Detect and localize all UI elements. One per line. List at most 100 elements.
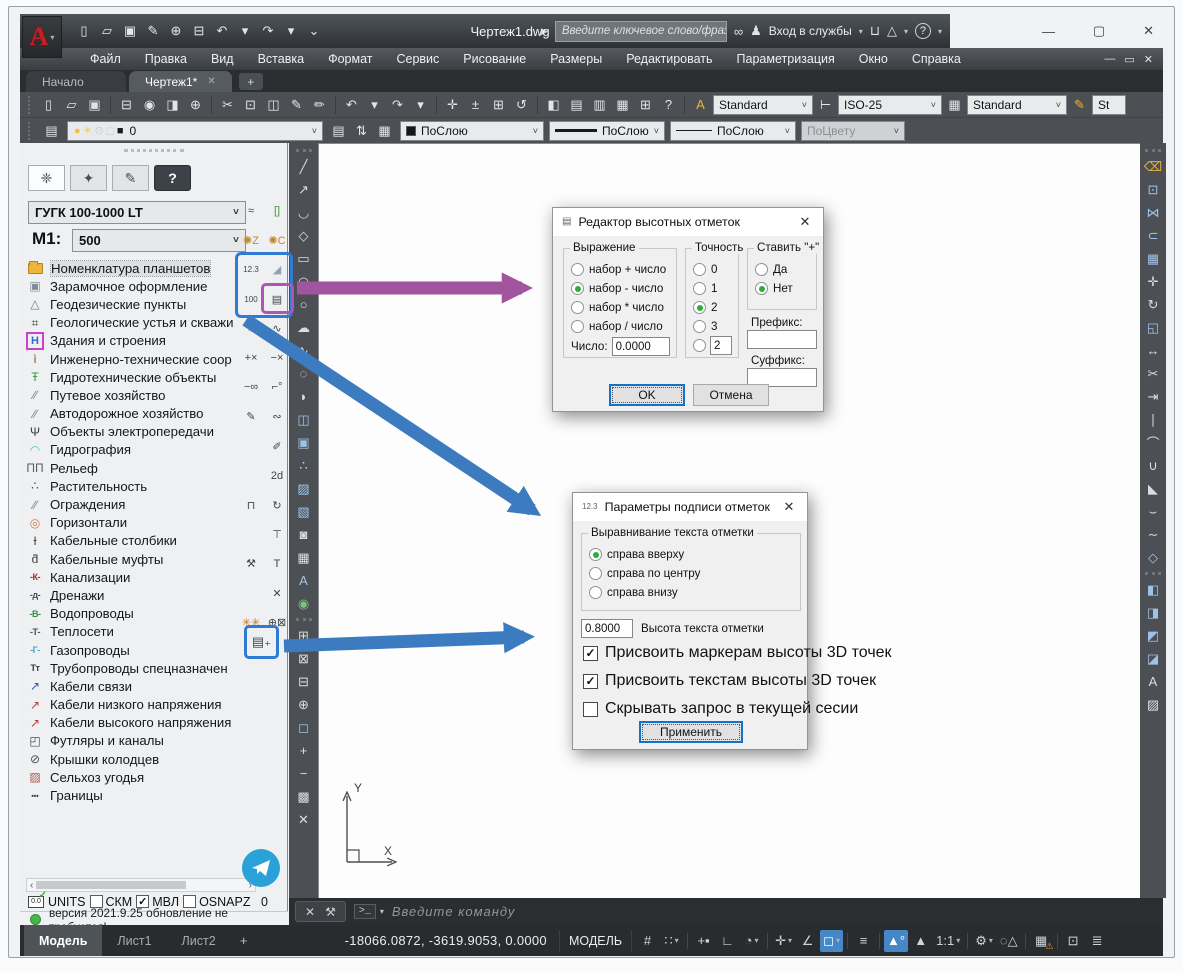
arc-icon[interactable]: ◠ [292,270,316,293]
layer-category-25[interactable]: ↗Кабели высокого напряжения [26,714,256,732]
chain-line-icon[interactable]: −∞ [240,376,262,398]
polar-tracking-button[interactable]: ◔▾ [740,930,763,952]
hammer-tool-icon[interactable]: ⚒ [240,553,262,575]
send-under-icon[interactable]: ◪ [1141,647,1165,670]
layer-category-28[interactable]: ▨Сельхоз угодья [26,768,256,786]
layout-tab-2[interactable]: Лист2 [167,925,231,956]
menu-item-11[interactable]: Справка [900,52,973,66]
plot-icon[interactable]: ◨ [162,94,183,115]
radio-button[interactable] [589,567,602,580]
dim-style-combo[interactable]: ISO-25 ˅ [838,95,942,115]
zoom-previous-icon[interactable]: ↺ [511,94,532,115]
file-tab-1[interactable]: Чертеж1*✕ [129,71,232,92]
pan-icon[interactable]: ✛ [442,94,463,115]
new-icon[interactable]: ▯ [38,94,59,115]
stretch-icon[interactable]: ↔ [1141,339,1165,362]
layer-combo[interactable]: ●☀⊙◻■ 0 ˅ [67,121,323,141]
number-input[interactable] [612,337,670,356]
checkbox-option-1[interactable]: ✓Присвоить текстам высоты 3D точек [583,667,892,695]
upload-icon[interactable]: ⊕ [168,23,184,39]
zoom-window-icon[interactable]: ⊞ [488,94,509,115]
layer-category-17[interactable]: -К-Канализации [26,568,256,586]
layer-category-15[interactable]: ƗКабельные столбики [26,532,256,550]
radio-button[interactable] [693,282,706,295]
grid-mode-button[interactable]: # [636,930,659,952]
radio-button[interactable] [693,320,706,333]
infer-constraints-button[interactable]: +▪ [692,930,715,952]
menu-item-5[interactable]: Сервис [384,52,451,66]
telegram-button[interactable] [242,849,280,887]
isometric-drafting-button[interactable]: ✛▾ [772,930,795,952]
select-lines-icon[interactable]: ≈ [240,200,262,222]
remove-node-icon[interactable]: −× [266,347,288,369]
swap-xy-icon[interactable]: ✕ [266,582,288,604]
layer-category-5[interactable]: ìИнженерно-технические соор [26,350,256,368]
text-style-icon[interactable]: A [690,94,711,115]
radio-option-1[interactable]: Нет [755,279,814,298]
sheet-set-icon[interactable]: ▦ [612,94,633,115]
search-binoculars-icon[interactable]: ∞ [734,24,743,39]
scale-combo[interactable]: 500 ˅ [72,229,246,252]
zoom-dynamic-icon[interactable]: ⊠ [292,647,316,670]
layer-properties-manager-icon[interactable]: ▤ [41,120,62,141]
print-icon[interactable]: ⊟ [191,23,207,39]
break-at-point-icon[interactable]: ∣ [1141,408,1165,431]
cancel-button[interactable]: Отмена [693,384,769,406]
fence-draw-icon[interactable]: ⊤ [266,523,288,545]
draw-curve-icon[interactable]: ∾ [266,406,288,428]
layer-category-27[interactable]: ⊘Крышки колодцев [26,750,256,768]
layer-color-swatch[interactable]: ■ [117,125,124,137]
redo-icon[interactable]: ↷ [260,23,276,39]
linetype-combo[interactable]: ПоСлою ˅ [670,121,796,141]
open-icon[interactable]: ▱ [61,94,82,115]
isolate-objects-button[interactable]: ◌△ [997,930,1021,952]
close-icon[interactable]: ✕ [305,905,315,919]
toolbar-grip[interactable] [296,149,312,152]
layer-category-20[interactable]: -Т-Теплосети [26,623,256,641]
tab-drawing[interactable]: ✎ [112,165,149,191]
zoom-object-icon[interactable]: ◻ [292,716,316,739]
hatch-icon[interactable]: ▨ [292,477,316,500]
blend-curves-icon[interactable]: ∼ [1141,523,1165,546]
radio-option-1[interactable]: справа по центру [589,564,798,583]
radio-option-1[interactable]: 1 [693,279,736,298]
checkbox-box[interactable] [583,702,598,717]
snap-mode-button[interactable]: ∷▾ [660,930,683,952]
scrollbar-thumb[interactable] [36,881,185,889]
new-file-icon[interactable]: ▯ [76,23,92,39]
close-icon[interactable]: ✕ [780,499,798,515]
radio-button[interactable] [571,320,584,333]
table-icon[interactable]: ▦ [292,546,316,569]
radio-button[interactable] [571,263,584,276]
spline-icon[interactable]: ∿ [292,339,316,362]
radio-button[interactable] [693,301,706,314]
move-icon[interactable]: ✛ [1141,270,1165,293]
checkbox-box[interactable]: ✓ [583,674,598,689]
command-prompt[interactable]: >_ ▾ [354,904,384,919]
radio-button[interactable] [589,548,602,561]
undo-caret-icon[interactable]: ▾ [237,23,253,39]
rectangle-contour-icon[interactable]: ⊓ [240,494,262,516]
layer-category-6[interactable]: ŦГидротехнические объекты [26,368,256,386]
brush-icon[interactable]: ✎ [1069,94,1090,115]
text-height-input[interactable] [581,619,633,638]
lineweight-display-button[interactable]: ≡ [852,930,875,952]
zoom-all-icon[interactable]: ▩ [292,785,316,808]
mdi-restore-button[interactable]: ▭ [1124,53,1134,66]
layer-previous-icon[interactable]: ⇅ [351,120,372,141]
menu-item-2[interactable]: Вид [199,52,246,66]
zoom-realtime-icon[interactable]: ± [465,94,486,115]
layout-tab-0[interactable]: Модель [24,925,102,956]
radio-option-3[interactable]: 3 [693,317,736,336]
point-style-icon[interactable]: ◉ [292,592,316,615]
menu-item-8[interactable]: Редактировать [614,52,724,66]
lamp-c-icon[interactable]: ✺C [266,229,288,251]
add-node-icon[interactable]: +× [240,347,262,369]
construction-line-icon[interactable]: ↗ [292,178,316,201]
line-2d-icon[interactable]: 2d [266,465,288,487]
radio-option-3[interactable]: набор / число [571,317,674,336]
color-combo[interactable]: ПоСлою ˅ [400,121,544,141]
radio-option-0[interactable]: набор + число [571,260,674,279]
checkbox-box[interactable]: ✓ [583,646,598,661]
undo-caret-icon[interactable]: ▾ [364,94,385,115]
